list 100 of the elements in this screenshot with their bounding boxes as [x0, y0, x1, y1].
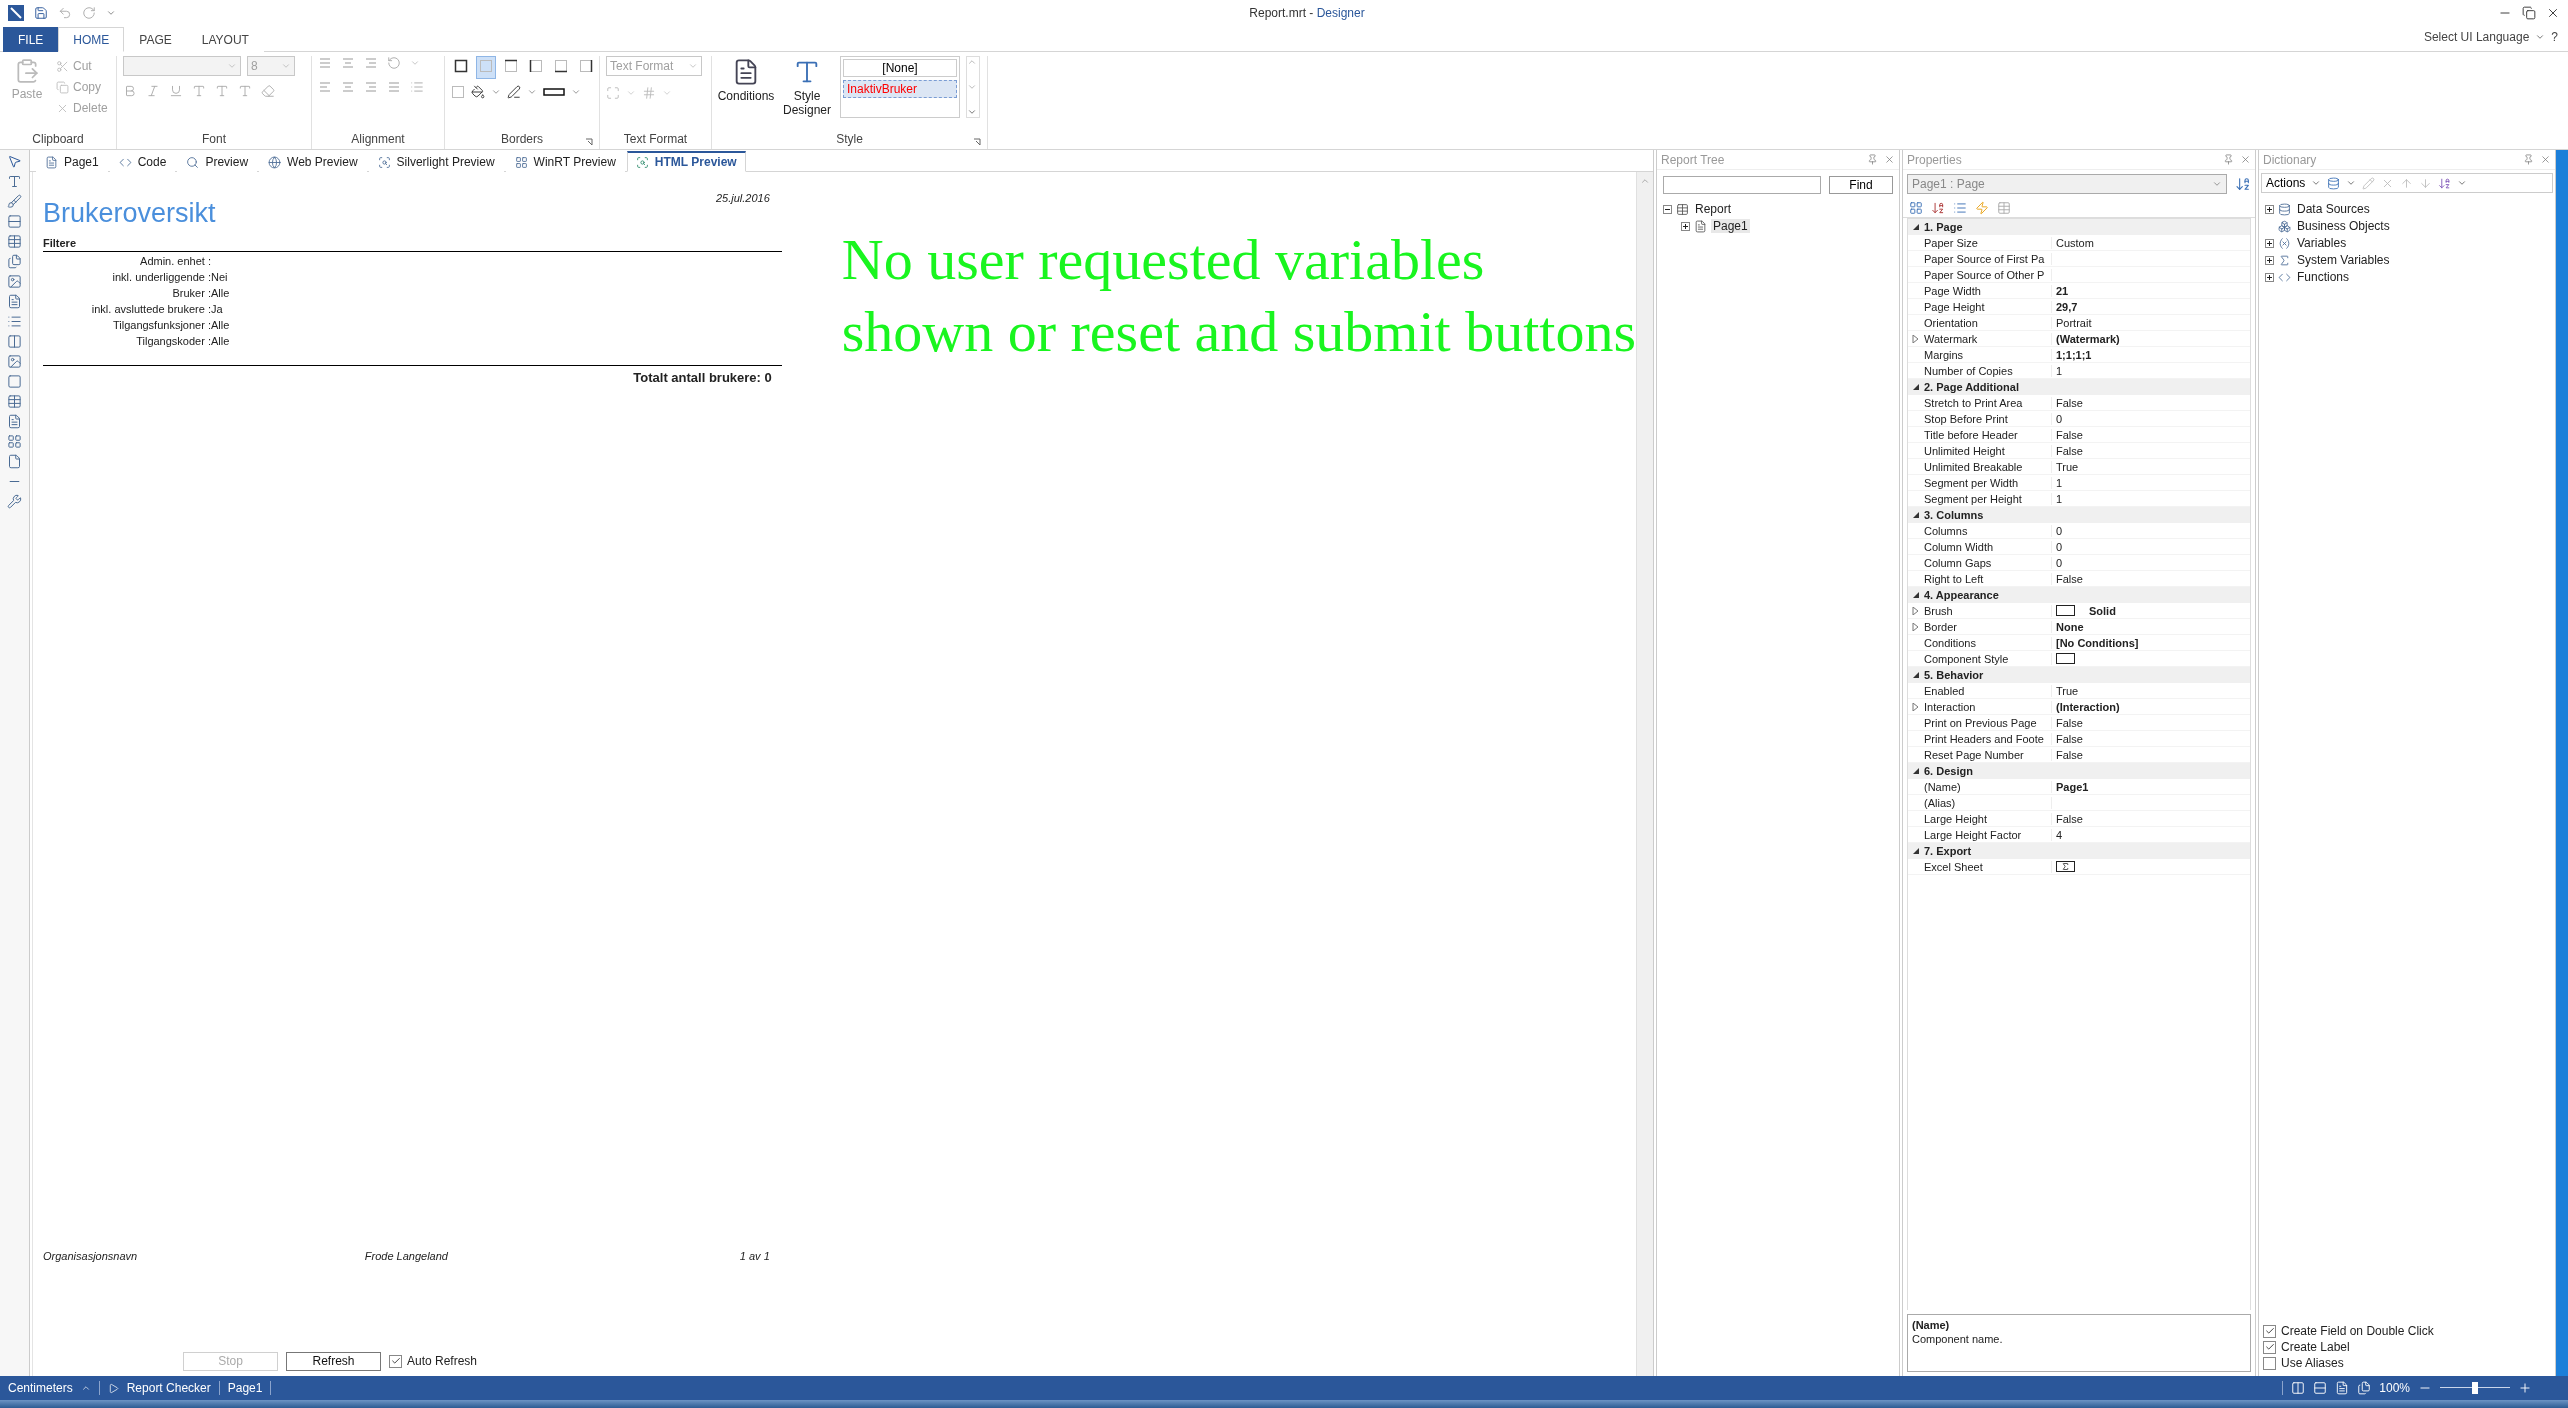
actions-menu[interactable]: Actions [2266, 176, 2306, 190]
help-link[interactable]: ? [2551, 30, 2558, 44]
category-title: 7. Export [1924, 845, 1973, 857]
group-title: Text Format [623, 132, 688, 146]
property-value: Page1 [2055, 780, 2090, 793]
property-value: False [2055, 572, 2084, 585]
style-designer-button[interactable]: Style Designer [780, 56, 834, 119]
property-name: Column Gaps [1924, 556, 2052, 569]
property-value: 0 [2055, 540, 2064, 553]
ribbon-tab[interactable]: FILE [3, 27, 59, 52]
find-button[interactable]: Find [1829, 176, 1893, 194]
property-name: Reset Page Number [1924, 748, 2052, 761]
checkbox-label: Auto Refresh [407, 1354, 478, 1368]
filter-label: inkl. avsluttede brukere : [90, 303, 211, 315]
tree-item[interactable]: Business Objects [2295, 219, 2392, 233]
property-name: Brush [1924, 604, 2052, 617]
property-name: Column Width [1924, 540, 2052, 553]
footer-text: Frode Langeland [363, 1250, 449, 1262]
group-title: Clipboard [32, 132, 84, 146]
section-heading: Filtere [43, 229, 782, 252]
property-name: Title before Header [1924, 428, 2052, 441]
filter-label: Bruker : [171, 287, 211, 299]
property-name: Number of Copies [1924, 364, 2052, 377]
document-tab[interactable]: HTML Preview [626, 151, 746, 172]
tree-item[interactable]: Data Sources [2295, 202, 2372, 216]
style-item[interactable]: [None] [843, 59, 957, 77]
property-value: 1;1;1;1 [2055, 348, 2093, 361]
page-number: 1 av 1 [738, 1250, 770, 1262]
filter-value: Alle [211, 319, 231, 331]
property-name: Orientation [1924, 316, 2052, 329]
property-name: Watermark [1924, 332, 2052, 345]
property-value: 1 [2055, 476, 2064, 489]
property-value: 4 [2055, 828, 2064, 841]
category-title: 1. Page [1924, 221, 1964, 233]
panel-title: Report Tree [1661, 152, 1726, 167]
tree-item[interactable]: Variables [2295, 236, 2349, 250]
property-name: Excel Sheet [1924, 860, 2052, 873]
language-link[interactable]: Select UI Language [2423, 30, 2530, 44]
property-name: Interaction [1924, 700, 2052, 713]
refresh-button[interactable]: Refresh [286, 1351, 381, 1371]
units-selector[interactable]: Centimeters [8, 1381, 73, 1395]
property-name: Unlimited Height [1924, 444, 2052, 457]
category-title: 6. Design [1924, 765, 1974, 777]
category-title: 5. Behavior [1924, 669, 1985, 681]
property-name: Enabled [1924, 684, 2052, 697]
property-name: Stretch to Print Area [1924, 396, 2052, 409]
panel-title: Dictionary [2263, 152, 2318, 167]
ribbon-tab[interactable]: HOME [58, 27, 125, 52]
property-value: False [2055, 716, 2084, 729]
property-name: Paper Source of Other P [1924, 268, 2052, 281]
property-name: Border [1924, 620, 2052, 633]
property-value: True [2055, 460, 2080, 473]
property-name: Print on Previous Page [1924, 716, 2052, 729]
property-value: 0 [2055, 412, 2064, 425]
property-value: False [2055, 732, 2084, 745]
report-checker-button[interactable]: Report Checker [126, 1381, 211, 1395]
property-name: (Name) [1924, 780, 2052, 793]
property-name: Page Width [1924, 284, 2052, 297]
group-title: Alignment [351, 132, 405, 146]
group-title: Font [202, 132, 226, 146]
property-name: Paper Source of First Pa [1924, 252, 2052, 265]
property-name: Stop Before Print [1924, 412, 2052, 425]
property-value: 1 [2055, 364, 2064, 377]
filter-label: inkl. underliggende : [111, 271, 211, 283]
property-value: False [2055, 812, 2084, 825]
property-value: None [2055, 620, 2085, 633]
property-value: False [2055, 748, 2084, 761]
report-date: 25.jul.2016 [715, 192, 770, 204]
tree-item[interactable]: Report [1693, 202, 1734, 216]
filter-label: Tilgangskoder : [135, 335, 211, 347]
property-name: (Alias) [1924, 796, 2052, 809]
property-value: 0 [2055, 556, 2064, 569]
report-title: Brukeroversikt [43, 198, 216, 229]
tree-item[interactable]: Page1 [1711, 219, 1750, 233]
property-value: (Watermark) [2055, 332, 2121, 345]
annotation-text: No user requested variables [841, 226, 1486, 294]
category-title: 4. Appearance [1924, 589, 2000, 601]
filter-value: Ja [211, 303, 224, 315]
property-value: 0 [2055, 524, 2064, 537]
property-name: Segment per Width [1924, 476, 2052, 489]
filter-value: Nei [211, 271, 229, 283]
conditions-button[interactable]: Conditions [718, 56, 774, 105]
property-name: Segment per Height [1924, 492, 2052, 505]
property-name: Right to Left [1924, 572, 2052, 585]
property-name: Print Headers and Foote [1924, 732, 2052, 745]
property-name: Large Height Factor [1924, 828, 2052, 841]
panel-title: Properties [1907, 152, 1963, 167]
property-name: Large Height [1924, 812, 2052, 825]
property-value: False [2055, 428, 2084, 441]
annotation-text: shown or reset and submit buttons [841, 298, 1636, 366]
property-value: [No Conditions] [2055, 636, 2140, 649]
tree-item[interactable]: System Variables [2295, 253, 2392, 267]
filter-label: Tilgangsfunksjoner : [111, 319, 211, 331]
property-value: 29,7 [2055, 300, 2079, 313]
checkbox-label: Create Label [2281, 1340, 2350, 1354]
property-name: Component Style [1924, 652, 2052, 665]
property-value: Portrait [2055, 316, 2093, 329]
property-value: (Interaction) [2055, 700, 2121, 713]
filter-value: Alle [211, 287, 231, 299]
tree-item[interactable]: Functions [2295, 270, 2352, 284]
